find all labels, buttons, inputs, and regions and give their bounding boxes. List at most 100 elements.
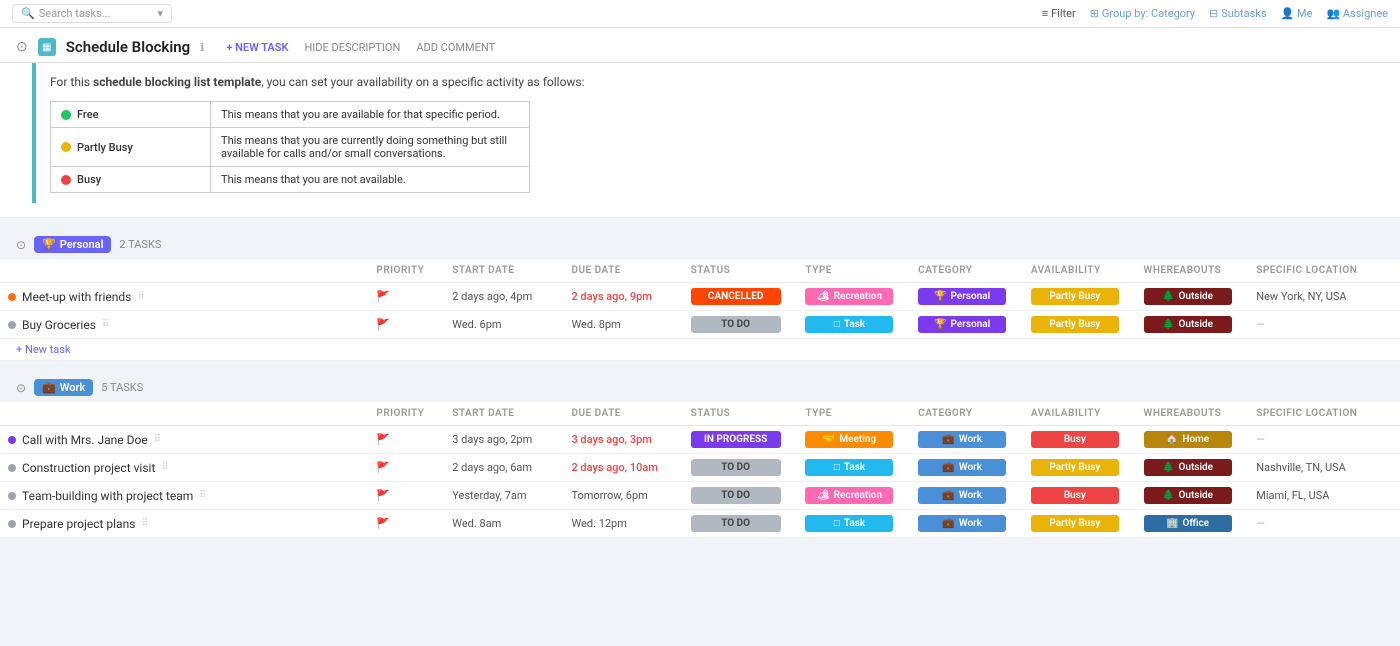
category-badge: 🏆 Personal bbox=[918, 316, 1006, 333]
start-date-cell: Wed. 8am bbox=[444, 510, 563, 538]
th-due-date: DUE DATE bbox=[563, 259, 682, 283]
description-text: For this schedule blocking list template… bbox=[50, 73, 1354, 91]
task-name-cell: Buy Groceries ⠿ bbox=[0, 311, 368, 339]
category-cell: 💼 Work bbox=[910, 510, 1023, 538]
status-badge: TO DO bbox=[691, 487, 781, 504]
search-placeholder: Search tasks... bbox=[39, 7, 111, 20]
free-dot bbox=[61, 110, 71, 120]
personal-icon: 🏆 bbox=[42, 238, 56, 251]
priority-cell: 🚩 bbox=[368, 311, 444, 339]
search-box[interactable]: 🔍 Search tasks... ▾ bbox=[12, 4, 172, 23]
availability-badge: Busy bbox=[1031, 487, 1119, 504]
type-icon: □ bbox=[834, 462, 840, 473]
drag-handle[interactable]: ⠿ bbox=[161, 462, 168, 473]
new-task-row[interactable]: + New task bbox=[0, 339, 1400, 361]
drag-handle[interactable]: ⠿ bbox=[199, 490, 206, 501]
task-priority-dot bbox=[8, 321, 16, 329]
th-location-w: SPECIFIC LOCATION bbox=[1248, 402, 1400, 426]
type-icon: 🏕 bbox=[817, 490, 830, 501]
flag-icon: 🚩 bbox=[376, 433, 390, 446]
me-btn[interactable]: 👤 Me bbox=[1281, 7, 1313, 20]
availability-badge: Partly Busy bbox=[1031, 459, 1119, 476]
category-badge: 💼 Work bbox=[918, 431, 1006, 448]
status-badge: TO DO bbox=[691, 459, 781, 476]
status-badge: TO DO bbox=[691, 316, 781, 333]
whereabouts-cell: 🏢 Office bbox=[1136, 510, 1249, 538]
availability-badge: Busy bbox=[1031, 431, 1119, 448]
status-cell: TO DO bbox=[683, 510, 798, 538]
category-cell: 💼 Work bbox=[910, 482, 1023, 510]
priority-cell: 🚩 bbox=[368, 454, 444, 482]
subtasks-icon: ⊟ bbox=[1209, 7, 1218, 20]
category-cell: 💼 Work bbox=[910, 426, 1023, 454]
busy-label: Busy bbox=[61, 173, 200, 186]
table-row: Team-building with project team ⠿ 🚩 Yest… bbox=[0, 482, 1400, 510]
location-cell: Miami, FL, USA bbox=[1248, 482, 1400, 510]
drag-handle[interactable]: ⠿ bbox=[141, 518, 148, 529]
start-date-cell: 2 days ago, 6am bbox=[444, 454, 563, 482]
partly-busy-desc: This means that you are currently doing … bbox=[211, 128, 530, 167]
filter-btn[interactable]: ≡ Filter bbox=[1042, 7, 1076, 20]
collapse-button[interactable]: ⊙ bbox=[16, 39, 28, 55]
work-group-header: ⊙ 💼 Work 5 TASKS bbox=[0, 373, 1400, 402]
cat-icon: 🏆 bbox=[934, 291, 946, 302]
whereabouts-cell: 🌲 Outside bbox=[1136, 482, 1249, 510]
where-icon: 🌲 bbox=[1162, 319, 1174, 330]
type-icon: 🏕 bbox=[817, 291, 830, 302]
th-category: CATEGORY bbox=[910, 259, 1023, 283]
whereabouts-badge: 🌲 Outside bbox=[1144, 288, 1232, 305]
busy-desc: This means that you are not available. bbox=[211, 167, 530, 193]
assignee-btn[interactable]: 👥 Assignee bbox=[1326, 7, 1388, 20]
where-icon: 🌲 bbox=[1162, 490, 1174, 501]
drag-handle[interactable]: ⠿ bbox=[154, 434, 161, 445]
assignee-icon: 👥 bbox=[1326, 7, 1340, 20]
drag-handle[interactable]: ⠿ bbox=[102, 319, 109, 330]
add-comment-button[interactable]: ADD COMMENT bbox=[416, 41, 495, 54]
personal-chevron[interactable]: ⊙ bbox=[16, 238, 26, 252]
info-icon[interactable]: ℹ bbox=[200, 41, 204, 54]
groupby-btn[interactable]: ⊞ Group by: Category bbox=[1090, 7, 1195, 20]
work-task-table: PRIORITY START DATE DUE DATE STATUS TYPE… bbox=[0, 402, 1400, 538]
page-header: ⊙ ▦ Schedule Blocking ℹ + NEW TASK HIDE … bbox=[0, 28, 1400, 63]
task-name: Buy Groceries ⠿ bbox=[8, 318, 360, 332]
subtasks-btn[interactable]: ⊟ Subtasks bbox=[1209, 7, 1267, 20]
work-count: 5 TASKS bbox=[101, 381, 143, 394]
type-icon: □ bbox=[834, 319, 840, 330]
type-icon: 🤝 bbox=[823, 434, 835, 445]
task-priority-dot bbox=[8, 464, 16, 472]
table-row: Construction project visit ⠿ 🚩 2 days ag… bbox=[0, 454, 1400, 482]
location-cell: — bbox=[1248, 426, 1400, 454]
th-availability-w: AVAILABILITY bbox=[1023, 402, 1136, 426]
table-row: Prepare project plans ⠿ 🚩 Wed. 8am Wed. … bbox=[0, 510, 1400, 538]
availability-table: Free This means that you are available f… bbox=[50, 101, 530, 193]
due-date-cell: Wed. 12pm bbox=[563, 510, 682, 538]
status-cell: TO DO bbox=[683, 454, 798, 482]
status-badge: CANCELLED bbox=[691, 288, 781, 305]
partly-busy-label: Partly Busy bbox=[61, 141, 200, 154]
start-date-cell: Wed. 6pm bbox=[444, 311, 563, 339]
calendar-icon: ▦ bbox=[42, 42, 51, 53]
type-badge: □ Task bbox=[805, 515, 893, 532]
hide-description-button[interactable]: HIDE DESCRIPTION bbox=[304, 41, 400, 54]
availability-badge: Partly Busy bbox=[1031, 515, 1119, 532]
th-status-w: STATUS bbox=[683, 402, 798, 426]
work-chevron[interactable]: ⊙ bbox=[16, 381, 26, 395]
task-priority-dot bbox=[8, 492, 16, 500]
availability-cell: Partly Busy bbox=[1023, 283, 1136, 311]
drag-handle[interactable]: ⠿ bbox=[137, 291, 144, 302]
flag-icon: 🚩 bbox=[376, 290, 390, 303]
location-cell: New York, NY, USA bbox=[1248, 283, 1400, 311]
new-task-button[interactable]: + NEW TASK bbox=[226, 41, 288, 54]
due-date-cell: Wed. 8pm bbox=[563, 311, 682, 339]
top-bar-right: ≡ Filter ⊞ Group by: Category ⊟ Subtasks… bbox=[1042, 7, 1388, 20]
priority-cell: 🚩 bbox=[368, 426, 444, 454]
flag-icon: 🚩 bbox=[376, 489, 390, 502]
location-cell: Nashville, TN, USA bbox=[1248, 454, 1400, 482]
groupby-icon: ⊞ bbox=[1090, 7, 1099, 20]
category-cell: 🏆 Personal bbox=[910, 311, 1023, 339]
availability-cell: Partly Busy bbox=[1023, 510, 1136, 538]
task-name: Call with Mrs. Jane Doe ⠿ bbox=[8, 433, 360, 447]
start-date-cell: 3 days ago, 2pm bbox=[444, 426, 563, 454]
table-row: Call with Mrs. Jane Doe ⠿ 🚩 3 days ago, … bbox=[0, 426, 1400, 454]
status-cell: TO DO bbox=[683, 311, 798, 339]
